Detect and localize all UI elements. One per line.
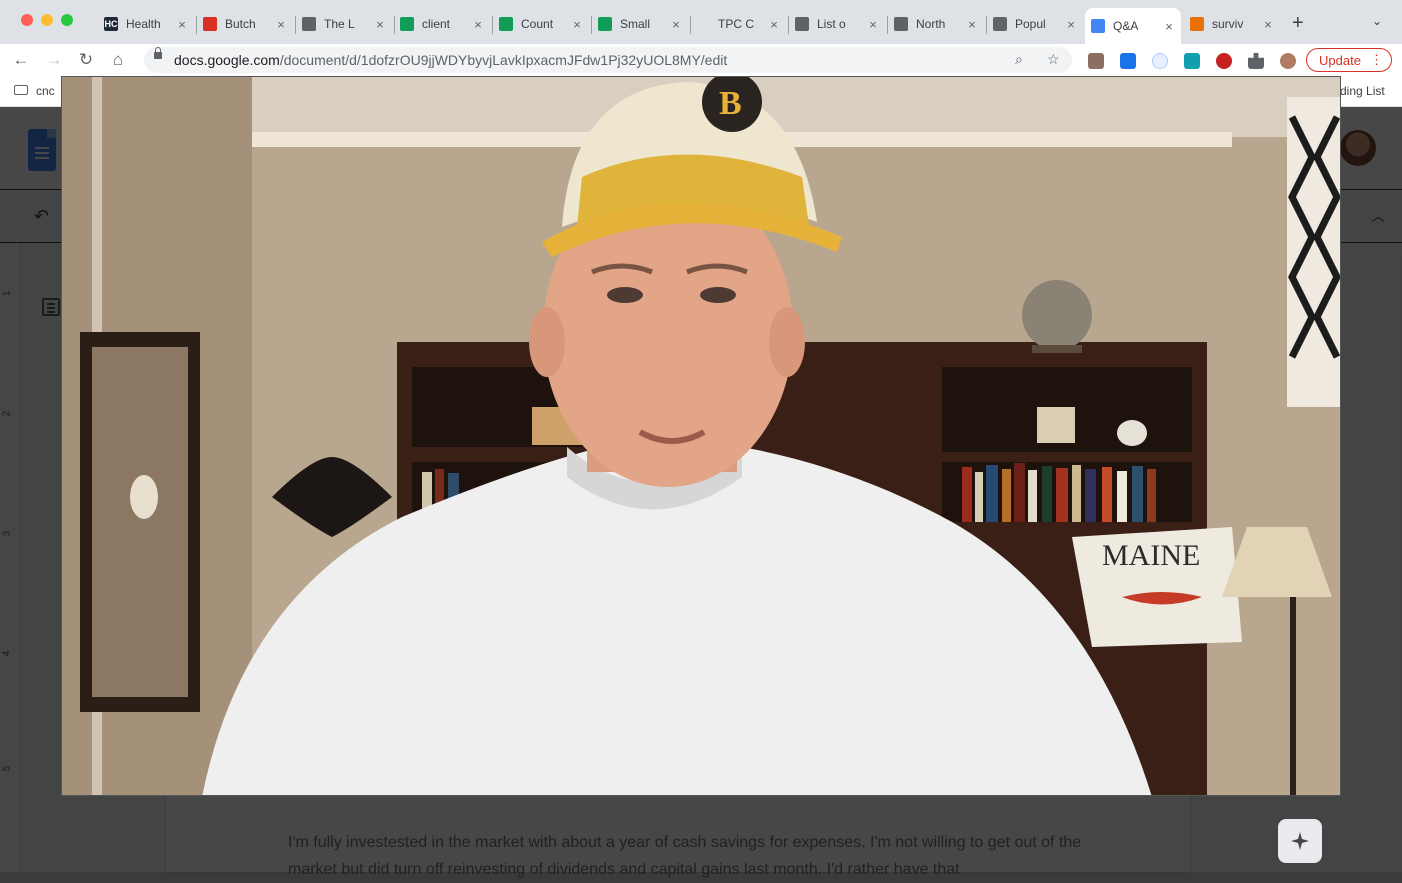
tab-label: Butch — [225, 17, 256, 31]
browser-tab[interactable]: Q&A × — [1085, 8, 1181, 44]
url-path: /document/d/1dofzrOU9jjWDYbyvjLavkIpxacm… — [279, 52, 728, 68]
browser-tab[interactable]: HC Health × — [98, 8, 194, 40]
tab-close-icon[interactable]: × — [766, 17, 782, 32]
docs-icon — [1091, 19, 1105, 33]
bookmark-folder[interactable]: cnc — [36, 84, 55, 98]
window-zoom-button[interactable] — [61, 14, 73, 26]
extension-icon[interactable] — [1184, 53, 1200, 69]
tab-label: Popul — [1015, 17, 1046, 31]
sparkle-icon — [1291, 832, 1309, 850]
browser-tab[interactable]: List o × — [789, 8, 885, 40]
tab-close-icon[interactable]: × — [174, 17, 190, 32]
url-host: docs.google.com — [174, 52, 280, 68]
zoom-icon[interactable]: ⌕ — [1015, 51, 1023, 68]
tab-close-icon[interactable]: × — [273, 17, 289, 32]
browser-tab-bar: HC Health × Butch × The L × client × Count × Small ×… — [0, 0, 1402, 44]
extension-icon[interactable] — [1088, 53, 1104, 69]
window-minimize-button[interactable] — [41, 14, 53, 26]
picture-art — [92, 347, 188, 697]
tab-close-icon[interactable]: × — [569, 17, 585, 32]
globe-icon — [993, 17, 1007, 31]
sheets-icon — [499, 17, 513, 31]
tab-close-icon[interactable]: × — [668, 17, 684, 32]
extension-icon[interactable] — [1152, 53, 1168, 69]
back-icon[interactable]: ← — [10, 50, 32, 70]
person-ear — [769, 307, 805, 377]
person-eye — [607, 287, 643, 303]
tab-label: Small — [620, 17, 651, 31]
sheets-icon — [598, 17, 612, 31]
tab-label: North — [916, 17, 946, 31]
folder-icon — [14, 85, 28, 95]
bookmark-star-icon[interactable]: ☆ — [1047, 51, 1060, 68]
tab-label: TPC C — [718, 17, 754, 31]
browser-tab[interactable]: The L × — [296, 8, 392, 40]
update-label: Update — [1319, 52, 1361, 68]
home-icon[interactable]: ⌂ — [107, 50, 129, 70]
globe-icon — [894, 17, 908, 31]
blank-icon — [696, 17, 710, 31]
browser-tab[interactable]: client × — [394, 8, 490, 40]
window-close-button[interactable] — [21, 14, 33, 26]
tab-close-icon[interactable]: × — [1260, 17, 1276, 32]
new-tab-button[interactable]: + — [1292, 12, 1304, 35]
browser-tab[interactable]: Small × — [592, 8, 688, 40]
browser-tab[interactable]: North × — [888, 8, 984, 40]
forward-icon[interactable]: → — [43, 50, 65, 70]
webcam-video-frame: MAINE B — [62, 77, 1340, 795]
pillow-text: MAINE — [1102, 539, 1200, 572]
globe-stand — [1032, 345, 1082, 353]
browser-tab[interactable]: surviv × — [1184, 8, 1280, 40]
browser-tab[interactable]: Popul × — [987, 8, 1083, 40]
menu-dots-icon[interactable]: ⋮ — [1370, 52, 1383, 68]
update-button[interactable]: Update ⋮ — [1306, 48, 1392, 72]
tab-label: Count — [521, 17, 554, 31]
person-eye — [700, 287, 736, 303]
extension-icon[interactable] — [1216, 53, 1232, 69]
document-body-text[interactable]: I'm fully investested in the market with… — [288, 829, 1088, 883]
tab-close-icon[interactable]: × — [470, 17, 486, 32]
lock-icon[interactable] — [154, 47, 162, 59]
globe — [1022, 280, 1092, 350]
picture-flower — [130, 475, 158, 519]
lamp-pole — [1290, 597, 1296, 795]
photo-frame — [1037, 407, 1075, 443]
profile-avatar[interactable] — [1280, 53, 1296, 69]
tab-close-icon[interactable]: × — [372, 17, 388, 32]
browser-toolbar: ← → ↻ ⌂ docs.google.com/document/d/1dofz… — [0, 44, 1402, 76]
url-text[interactable]: docs.google.com/document/d/1dofzrOU9jjWD… — [174, 52, 727, 68]
extension-icon[interactable] — [1120, 53, 1136, 69]
tab-label: List o — [817, 17, 846, 31]
reading-list-button[interactable]: ding List — [1340, 84, 1385, 98]
video-call-window[interactable]: MAINE B — [61, 76, 1341, 796]
tab-close-icon[interactable]: × — [1063, 17, 1079, 32]
browser-tab[interactable]: TPC C × — [690, 8, 786, 40]
cap-logo-letter: B — [719, 85, 742, 122]
tab-label: Q&A — [1113, 19, 1139, 33]
tab-close-icon[interactable]: × — [964, 17, 980, 32]
explore-button[interactable] — [1278, 819, 1322, 863]
tab-label: The L — [324, 17, 355, 31]
decorative-egg — [1117, 420, 1147, 446]
tab-label: Health — [126, 17, 161, 31]
hc-icon: HC — [104, 17, 118, 31]
globe-icon — [795, 17, 809, 31]
globe-icon — [302, 17, 316, 31]
tab-label: client — [422, 17, 451, 31]
pin-icon — [203, 17, 217, 31]
puzzle-extensions-icon[interactable] — [1248, 53, 1264, 69]
tab-search-icon[interactable]: ⌄ — [1372, 14, 1382, 28]
sheets-icon — [400, 17, 414, 31]
tab-close-icon[interactable]: × — [1161, 19, 1177, 34]
reload-icon[interactable]: ↻ — [75, 50, 97, 70]
browser-tab[interactable]: Butch × — [197, 8, 293, 40]
address-bar[interactable]: docs.google.com/document/d/1dofzrOU9jjWD… — [144, 47, 1072, 73]
tab-label: surviv — [1212, 17, 1244, 31]
curtain — [1287, 97, 1340, 407]
browser-tab[interactable]: Count × — [493, 8, 589, 40]
survey-icon — [1190, 17, 1204, 31]
person-ear — [529, 307, 565, 377]
tab-close-icon[interactable]: × — [865, 17, 881, 32]
side-panel-chevron-icon[interactable]: ‹ — [1382, 828, 1387, 845]
